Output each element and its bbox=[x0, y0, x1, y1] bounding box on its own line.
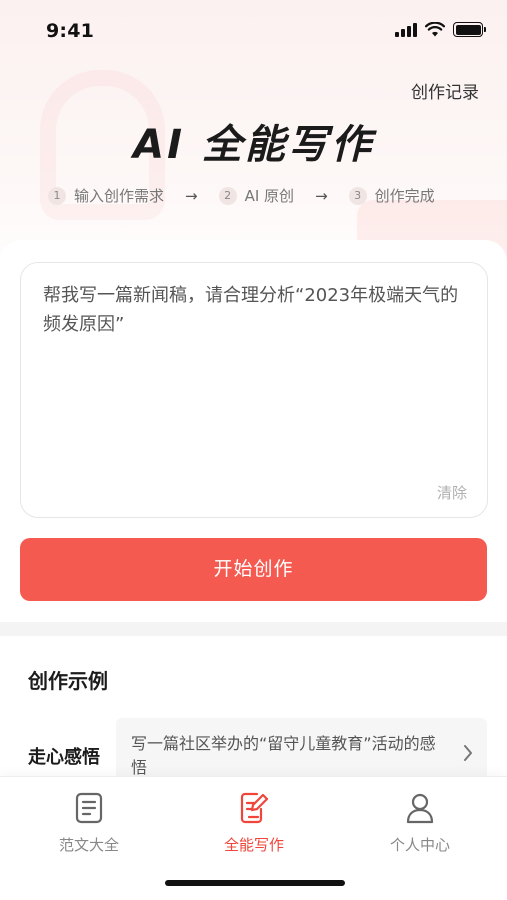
creation-history-link[interactable]: 创作记录 bbox=[411, 78, 479, 103]
tab-label: 个人中心 bbox=[389, 836, 450, 854]
start-creation-button[interactable]: 开始创作 bbox=[20, 538, 487, 601]
step-label: AI 原创 bbox=[244, 187, 295, 205]
tab-profile[interactable]: 个人中心 bbox=[355, 791, 485, 855]
arrow-right-icon: → bbox=[185, 186, 198, 205]
section-divider bbox=[0, 622, 507, 636]
status-icons bbox=[395, 22, 486, 37]
step-number: 1 bbox=[48, 186, 66, 205]
clear-button[interactable]: 清除 bbox=[437, 482, 467, 503]
example-row: 走心感悟 写一篇社区举办的“留守儿童教育”活动的感悟 bbox=[0, 718, 507, 780]
page-title: AI 全能写作 bbox=[133, 122, 374, 168]
step-label: 输入创作需求 bbox=[74, 187, 165, 205]
prompt-text[interactable]: 帮我写一篇新闻稿，请合理分析“2023年极端天气的频发原因” bbox=[43, 281, 463, 339]
chevron-right-icon bbox=[464, 745, 472, 761]
examples-heading: 创作示例 bbox=[28, 669, 108, 693]
tab-label: 范文大全 bbox=[58, 836, 119, 854]
user-icon bbox=[406, 793, 434, 824]
step-3: 3 创作完成 bbox=[348, 185, 435, 206]
cellular-signal-icon bbox=[395, 22, 417, 37]
step-number: 2 bbox=[218, 186, 237, 205]
example-category: 走心感悟 bbox=[28, 747, 100, 768]
tab-model-essays[interactable]: 范文大全 bbox=[24, 791, 154, 855]
status-bar: 9:41 bbox=[0, 0, 507, 64]
arrow-right-icon: → bbox=[315, 186, 328, 205]
step-label: 创作完成 bbox=[374, 187, 435, 205]
creation-steps: 1 输入创作需求 → 2 AI 原创 → 3 创作完成 bbox=[48, 185, 435, 206]
example-card[interactable]: 写一篇社区举办的“留守儿童教育”活动的感悟 bbox=[116, 718, 487, 780]
step-number: 3 bbox=[348, 186, 367, 205]
home-indicator bbox=[165, 880, 345, 886]
battery-icon bbox=[453, 22, 486, 37]
edit-document-icon bbox=[240, 792, 269, 824]
step-2: 2 AI 原创 bbox=[218, 185, 295, 206]
tab-label: 全能写作 bbox=[223, 836, 284, 854]
step-1: 1 输入创作需求 bbox=[48, 185, 164, 206]
wifi-icon bbox=[425, 22, 445, 37]
prompt-textarea[interactable]: 帮我写一篇新闻稿，请合理分析“2023年极端天气的频发原因” 清除 bbox=[20, 262, 488, 518]
status-time: 9:41 bbox=[46, 20, 95, 42]
tab-writing[interactable]: 全能写作 bbox=[189, 791, 319, 855]
document-icon bbox=[75, 792, 103, 824]
example-text: 写一篇社区举办的“留守儿童教育”活动的感悟 bbox=[131, 734, 436, 777]
